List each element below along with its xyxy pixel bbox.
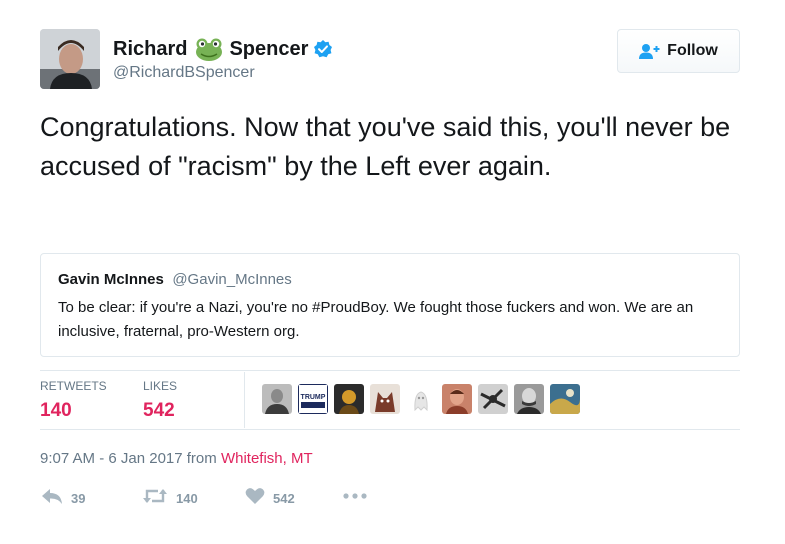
liker-avatar-5[interactable] [406,384,436,414]
follow-button[interactable]: Follow [617,29,740,73]
quoted-tweet-header: Gavin McInnes @Gavin_McInnes [58,271,292,289]
author-name-row[interactable]: Richard Spencer [113,35,333,63]
retweet-button[interactable]: 140 [142,487,198,510]
tweet-text: Congratulations. Now that you've said th… [40,112,731,181]
liker-avatar-3[interactable] [334,384,364,414]
location-link[interactable]: Whitefish, MT [221,450,313,467]
follow-button-label: Follow [667,42,718,59]
quoted-author-name: Gavin McInnes [58,271,164,288]
more-dots-icon [342,489,368,508]
liker-avatars: TRUMP [262,384,586,414]
reply-icon [41,487,63,510]
stats-vertical-divider [244,372,245,428]
quoted-tweet-card[interactable]: Gavin McInnes @Gavin_McInnes To be clear… [40,253,740,357]
author-avatar[interactable] [40,29,100,89]
retweet-count: 140 [176,491,198,506]
author-handle[interactable]: @RichardBSpencer [113,64,255,82]
retweet-icon [142,487,168,510]
avatar-photo [40,29,100,89]
retweets-label: RETWEETS [40,379,107,393]
trump-avatar-text: TRUMP [301,394,326,401]
stats-bottom-divider [40,429,740,430]
author-last-name[interactable]: Spencer [229,38,308,61]
likes-label: LIKES [143,379,178,393]
retweets-count: 140 [40,400,72,421]
liker-avatar-7[interactable] [478,384,508,414]
liker-avatar-9[interactable] [550,384,580,414]
quoted-tweet-text: To be clear: if you're a Nazi, you're no… [58,299,694,340]
liker-avatar-6[interactable] [442,384,472,414]
heart-icon [245,487,265,510]
likes-stat[interactable]: LIKES 542 [143,379,177,422]
reply-count: 39 [71,491,86,506]
tweet-timestamp: 9:07 AM - 6 Jan 2017 from Whitefish, MT [40,450,313,467]
timestamp-text[interactable]: 9:07 AM - 6 Jan 2017 from [40,450,217,467]
reply-button[interactable]: 39 [41,487,85,510]
liker-avatar-4[interactable] [370,384,400,414]
liker-avatar-trump[interactable]: TRUMP [298,384,328,414]
frog-emoji-icon [195,37,223,61]
more-options-button[interactable] [342,489,368,508]
liker-avatar-1[interactable] [262,384,292,414]
stats-top-divider [40,370,740,371]
quoted-author-handle: @Gavin_McInnes [172,271,292,288]
like-button[interactable]: 542 [245,487,295,510]
likes-count: 542 [143,400,175,421]
author-first-name[interactable]: Richard [113,38,187,61]
liker-avatar-8[interactable] [514,384,544,414]
verified-badge-icon [313,39,333,59]
like-count: 542 [273,491,295,506]
retweets-stat[interactable]: RETWEETS 140 [40,379,107,422]
add-user-icon [639,43,661,59]
